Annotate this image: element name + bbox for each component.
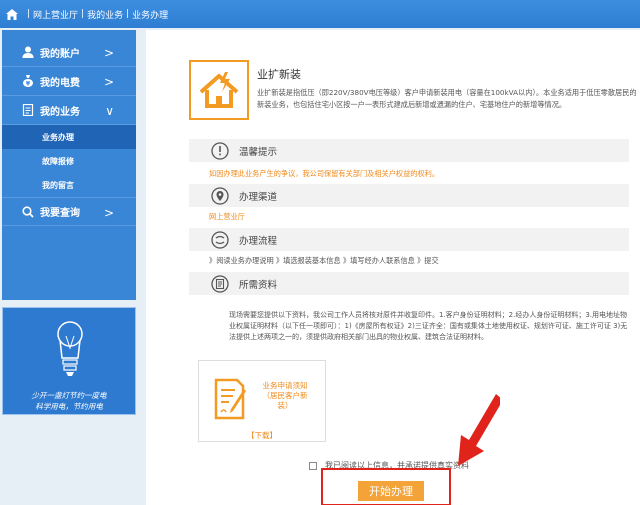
search-icon (22, 205, 34, 218)
section-materials: 所需资料 (189, 272, 629, 295)
document-name[interactable]: 业务申请须知（居民客户新装） (257, 381, 313, 411)
section-tips: 温馨提示 (189, 139, 629, 162)
flow-steps: 》阅读业务办理说明 》填选报装基本信息 》填写经办人联系信息 》提交 (209, 256, 439, 265)
sidebar-item-label: 我要查询 (40, 208, 80, 219)
sidebar-item-bill[interactable]: ¥ 我的电费 > (2, 67, 136, 96)
banner-slogan-line1: 少开一盏灯节约一度电 (31, 391, 107, 400)
light-bulb-icon (56, 320, 84, 383)
section-title: 温馨提示 (239, 146, 278, 158)
breadcrumb-item-business[interactable]: 我的业务 (87, 8, 123, 21)
energy-saving-banner: 少开一盏灯节约一度电 科学用电，节约用电 (2, 307, 136, 415)
sidebar-subitem-apply[interactable]: 业务办理 (2, 125, 136, 149)
house-power-icon (189, 60, 249, 120)
service-description: 业扩新装是指低压（即220V/380V电压等级）客户申请新装用电（容量在100k… (257, 88, 637, 109)
location-pin-icon (211, 186, 229, 205)
list-icon (211, 274, 229, 293)
sidebar-item-query[interactable]: 我要查询 > (2, 197, 136, 226)
chevron-right-icon: > (103, 206, 114, 220)
section-channel: 办理渠道 (189, 184, 629, 207)
user-icon (22, 46, 34, 58)
chevron-right-icon: > (103, 75, 114, 89)
sidebar-item-business[interactable]: 我的业务 ∨ (2, 96, 136, 125)
top-bar: | 网上营业厅 | 我的业务 | 业务办理 (0, 0, 640, 28)
sidebar-subitem-messages[interactable]: 我的留言 (2, 173, 136, 197)
breadcrumb-item-hall[interactable]: 网上营业厅 (33, 8, 78, 21)
sidebar-item-account[interactable]: 我的账户 > (2, 38, 136, 67)
sidebar-item-label: 我的电费 (40, 77, 80, 89)
sidebar-item-label: 我的账户 (40, 48, 80, 60)
service-title: 业扩新装 (257, 68, 301, 81)
section-title: 所需资料 (239, 279, 278, 291)
chevron-down-icon: ∨ (105, 104, 114, 118)
agreement-checkbox[interactable] (309, 461, 317, 470)
home-icon[interactable] (6, 8, 18, 20)
breadcrumb-item-current: 业务办理 (132, 10, 169, 21)
banner-slogan-line2: 科学用电，节约用电 (35, 402, 103, 411)
section-title: 办理渠道 (239, 191, 278, 203)
form-document-icon (213, 377, 249, 424)
main-content: 业扩新装 业扩新装是指低压（即220V/380V电压等级）客户申请新装用电（容量… (146, 30, 640, 505)
sidebar-item-label: 我的业务 (40, 106, 80, 118)
download-link[interactable]: 【下载】 (199, 430, 325, 441)
section-flow: 办理流程 (189, 228, 629, 251)
channel-link[interactable]: 网上营业厅 (209, 212, 245, 222)
tips-text: 如因办理此业务产生的争议，我公司保留有关部门及相关户权益的权利。 (209, 169, 440, 178)
breadcrumb-separator: | (27, 9, 31, 19)
highlight-box (321, 468, 451, 505)
materials-text: 现场需要您提供以下资料，我公司工作人员将核对原件并收复印件。1.客户身份证明材料… (229, 311, 628, 341)
document-card[interactable]: 业务申请须知（居民客户新装） 【下载】 (198, 360, 326, 442)
section-title: 办理流程 (239, 235, 278, 247)
breadcrumb-separator: | (81, 9, 85, 19)
info-icon (211, 141, 229, 160)
red-arrow-icon (448, 392, 503, 473)
money-icon: ¥ (22, 75, 34, 88)
breadcrumb-separator: | (126, 9, 130, 19)
process-icon (211, 230, 229, 249)
chevron-right-icon: > (103, 46, 114, 60)
sidebar-subitem-repair[interactable]: 故障报修 (2, 149, 136, 173)
sidebar: 我的账户 > ¥ 我的电费 > 我的业务 ∨ 业务办理 故障报修 我的留言 我要… (2, 30, 136, 300)
document-icon (22, 103, 34, 117)
